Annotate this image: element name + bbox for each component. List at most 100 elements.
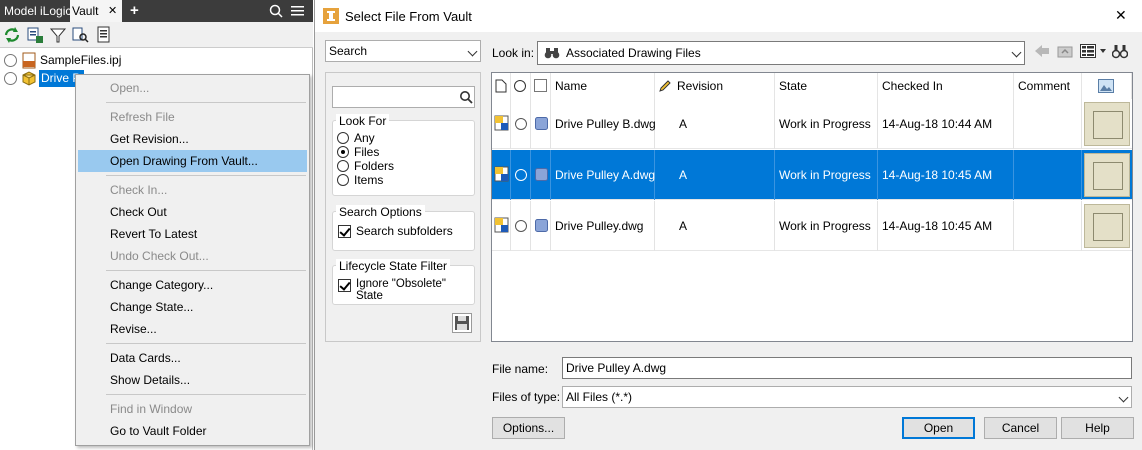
menu-item-revert-to-latest[interactable]: Revert To Latest [78, 223, 307, 245]
column-header-check[interactable] [531, 73, 551, 99]
ignore-obsolete-checkbox[interactable]: Ignore "Obsolete" State [338, 278, 472, 302]
drawing-file-icon [494, 115, 509, 131]
cell-comment [1014, 99, 1018, 149]
close-icon[interactable]: ✕ [1115, 7, 1127, 24]
file-grid: Name Revision State Checked In Comment D… [491, 72, 1133, 342]
radio-button [337, 146, 349, 158]
browser-toolbar [0, 22, 313, 48]
column-header-thumbnail[interactable] [1082, 73, 1132, 99]
radio-items[interactable]: Items [337, 173, 467, 188]
binoculars-search-icon[interactable] [1112, 43, 1128, 59]
menu-item-change-state[interactable]: Change State... [78, 296, 307, 318]
vault-status-radio [515, 220, 527, 232]
part-file-icon [22, 71, 36, 86]
cell-revision: A [679, 219, 688, 233]
tab-ilogic[interactable]: iLogic [38, 0, 73, 22]
column-divider [530, 201, 531, 251]
files-of-type-select[interactable]: All Files (*.*) [562, 386, 1132, 408]
search-input[interactable] [332, 86, 475, 108]
cancel-button[interactable]: Cancel [984, 417, 1057, 439]
up-folder-icon[interactable] [1057, 43, 1073, 59]
lifecycle-state-icon [535, 117, 548, 130]
table-row[interactable]: Drive Pulley B.dwg A Work in Progress 14-Au… [492, 99, 1132, 149]
column-header-status[interactable] [511, 73, 531, 99]
menu-item-show-details[interactable]: Show Details... [78, 369, 307, 391]
back-arrow-icon[interactable] [1034, 44, 1050, 58]
column-header-file-type[interactable] [492, 73, 511, 99]
radio-any[interactable]: Any [337, 131, 467, 146]
image-icon [1098, 79, 1114, 93]
column-header-label: Revision [677, 79, 724, 93]
radio-folders[interactable]: Folders [337, 159, 467, 174]
search-vault-icon[interactable] [71, 26, 89, 44]
radio-files[interactable]: Files [337, 145, 467, 160]
view-menu-icon[interactable] [1080, 43, 1097, 59]
cell-checked-in: 14-Aug-18 10:45 AM [882, 219, 993, 233]
menu-item-change-category[interactable]: Change Category... [78, 274, 307, 296]
column-header-comment[interactable]: Comment [1014, 73, 1082, 99]
cell-state: Work in Progress [779, 117, 871, 131]
close-icon[interactable]: ✕ [108, 0, 117, 22]
search-panel: Look For Any Files Folders Items Search … [325, 72, 481, 342]
tab-vault[interactable]: Vault ✕ [70, 0, 122, 22]
search-subfolders-checkbox[interactable]: Search subfolders [338, 224, 470, 240]
table-row[interactable]: Drive Pulley A.dwg A Work in Progress 14-Au… [492, 150, 1132, 200]
search-mode-value: Search [329, 44, 368, 58]
dialog-title-bar: Select File From Vault ✕ [315, 0, 1142, 32]
dialog-title: Select File From Vault [345, 9, 472, 24]
drawing-file-icon [494, 166, 509, 182]
grid-header: Name Revision State Checked In Comment [492, 73, 1132, 99]
menu-item-get-revision[interactable]: Get Revision... [78, 128, 307, 150]
menu-item-go-to-vault-folder[interactable]: Go to Vault Folder [78, 420, 307, 442]
radio-label: Any [354, 131, 375, 145]
cell-revision: A [679, 168, 688, 182]
column-header-name[interactable]: Name [551, 73, 655, 99]
cell-checked-in: 14-Aug-18 10:44 AM [882, 117, 993, 131]
look-for-group: Look For Any Files Folders Items [332, 114, 475, 196]
help-button[interactable]: Help [1061, 417, 1134, 439]
search-icon[interactable] [459, 90, 473, 104]
cell-comment [1014, 150, 1018, 200]
column-header-checked-in[interactable]: Checked In [878, 73, 1014, 99]
open-button[interactable]: Open [902, 417, 975, 439]
table-row[interactable]: Drive Pulley.dwg A Work in Progress 14-Aug-… [492, 201, 1132, 251]
column-header-revision[interactable]: Revision [655, 73, 775, 99]
column-header-state[interactable]: State [775, 73, 878, 99]
search-icon[interactable] [269, 4, 283, 18]
cell-state: Work in Progress [779, 168, 871, 182]
radio-label: Items [354, 173, 384, 187]
menu-item-data-cards[interactable]: Data Cards... [78, 347, 307, 369]
chevron-down-icon[interactable] [1100, 49, 1107, 54]
refresh-icon[interactable] [3, 26, 21, 44]
tree-item-label: SampleFiles.ipj [40, 53, 122, 67]
menu-item-open-drawing-from-vault[interactable]: Open Drawing From Vault... [78, 150, 307, 172]
search-options-group: Search Options Search subfolders [332, 205, 475, 251]
project-file-icon [22, 52, 36, 69]
column-divider [530, 99, 531, 149]
save-search-icon[interactable] [452, 313, 472, 333]
search-mode-select[interactable]: Search [325, 40, 481, 62]
hamburger-menu-icon[interactable] [291, 5, 305, 17]
vault-status-radio [515, 118, 527, 130]
menu-item-revise[interactable]: Revise... [78, 318, 307, 340]
vault-status-icon[interactable] [26, 26, 44, 44]
pencil-icon [659, 80, 671, 92]
menu-separator [106, 175, 306, 176]
menu-item-check-out[interactable]: Check Out [78, 201, 307, 223]
filter-icon[interactable] [49, 26, 67, 44]
properties-icon[interactable] [95, 26, 113, 44]
lifecycle-state-icon [535, 168, 548, 181]
cell-checked-in: 14-Aug-18 10:45 AM [882, 168, 993, 182]
context-menu: Open... Refresh File Get Revision... Open D… [75, 74, 310, 446]
options-button[interactable]: Options... [492, 417, 565, 439]
tree-item-project[interactable]: SampleFiles.ipj [0, 52, 305, 69]
drawing-thumbnail [1084, 102, 1130, 146]
look-in-select[interactable]: Associated Drawing Files [537, 41, 1025, 65]
file-name-input[interactable]: Drive Pulley A.dwg [562, 357, 1132, 379]
checkbox [338, 225, 351, 238]
add-tab-icon[interactable]: + [128, 0, 141, 22]
look-in-value: Associated Drawing Files [566, 46, 701, 60]
tab-model[interactable]: Model [2, 0, 39, 22]
drawing-thumbnail [1084, 153, 1130, 197]
cell-name: Drive Pulley A.dwg [555, 168, 656, 182]
